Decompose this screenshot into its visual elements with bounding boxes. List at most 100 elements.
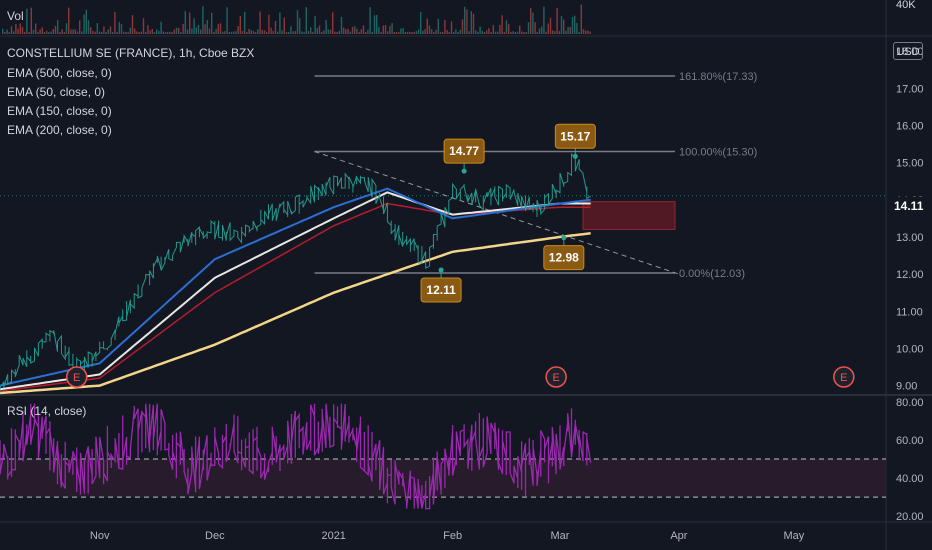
volume-bar (246, 32, 248, 34)
volume-bar (457, 32, 459, 34)
volume-bar (321, 32, 323, 34)
volume-bar (98, 31, 101, 34)
volume-bar (545, 31, 547, 34)
earnings-marker-label: E (73, 372, 80, 384)
volume-bar (503, 31, 505, 34)
volume-bar (477, 31, 479, 34)
volume-bar (39, 29, 41, 34)
volume-bar (497, 31, 499, 34)
rsi-tick-label: 20.00 (896, 511, 924, 523)
price-tick-label: 9.00 (896, 381, 917, 393)
price-tick-label: 15.00 (896, 158, 924, 170)
currency-button[interactable]: USD (893, 42, 923, 60)
time-tick-label: Mar (551, 530, 570, 542)
volume-bar (488, 28, 490, 34)
volume-bar (65, 23, 68, 34)
volume-bar (149, 30, 151, 34)
volume-bar (107, 29, 109, 34)
volume-bar (206, 20, 208, 34)
volume-bar (345, 29, 347, 34)
volume-bar (395, 31, 398, 34)
volume-bar (340, 16, 343, 34)
volume-bar (52, 29, 54, 34)
indicator-ema-150[interactable]: EMA (150, close, 0) (7, 104, 112, 118)
volume-bar (587, 30, 589, 34)
volume-bar (160, 21, 162, 34)
volume-bar (358, 32, 360, 34)
volume-bar (409, 31, 411, 34)
volume-bar (257, 29, 259, 34)
volume-bar (428, 25, 431, 34)
callout-label: 14.77 (449, 144, 479, 158)
volume-bar (268, 14, 270, 34)
volume-bar (263, 30, 266, 34)
volume-bar (94, 31, 96, 34)
volume-bar (24, 31, 26, 34)
volume-bar (281, 30, 283, 34)
fib-level-label: 161.80%(17.33) (679, 71, 757, 83)
volume-bar (558, 31, 560, 34)
volume-bar (461, 19, 464, 34)
volume-bar (120, 23, 123, 34)
fib-level-label: 0.00%(12.03) (679, 268, 745, 280)
indicator-ema-200[interactable]: EMA (200, close, 0) (7, 123, 112, 137)
volume-bar (59, 31, 61, 34)
indicator-ema-500[interactable]: EMA (500, close, 0) (7, 66, 112, 80)
volume-bar (332, 12, 334, 34)
volume-bar (200, 29, 202, 34)
volume-bar (536, 31, 538, 34)
volume-bar (424, 29, 426, 34)
volume-bar (109, 26, 112, 34)
volume-bar (505, 20, 508, 34)
volume-bar (116, 32, 118, 34)
volume-bar (244, 12, 246, 34)
volume-bar (391, 23, 393, 34)
time-tick-label: May (784, 530, 805, 542)
volume-bar (138, 32, 140, 34)
volume-bar (305, 7, 307, 34)
volume-bar (367, 29, 369, 34)
volume-bar (193, 18, 195, 34)
rsi-label: RSI (14, close) (7, 404, 87, 418)
volume-bar (2, 28, 4, 34)
volume-bar (105, 32, 107, 34)
volume-bar (6, 29, 8, 34)
volume-bar (574, 15, 576, 34)
fib-level-label: 100.00%(15.30) (679, 147, 757, 159)
volume-bar (510, 32, 512, 34)
volume-bar (43, 31, 46, 34)
volume-bar (57, 19, 59, 34)
volume-bar (250, 30, 252, 34)
volume-bar (338, 30, 340, 34)
volume-bar (169, 31, 171, 34)
volume-bar (28, 32, 30, 34)
volume-bar (468, 31, 470, 34)
volume-bar (479, 26, 481, 34)
volume-bar (400, 28, 402, 34)
volume-bar (101, 32, 103, 34)
rsi-tick-label: 40.00 (896, 473, 924, 485)
volume-bar (307, 31, 310, 34)
volume-bar (325, 20, 327, 34)
volume-bar (213, 32, 215, 34)
volume-bar (455, 29, 457, 34)
time-tick-label: Nov (90, 530, 110, 542)
volume-bar (226, 7, 228, 35)
volume-bar (219, 23, 222, 34)
volume-bar (580, 4, 582, 34)
volume-bar (349, 31, 351, 34)
volume-bar (378, 26, 380, 34)
indicator-ema-50[interactable]: EMA (50, close, 0) (7, 85, 105, 99)
volume-bar (310, 27, 312, 34)
volume-bar (54, 25, 57, 34)
volume-bar (534, 22, 536, 34)
volume-bar (365, 32, 367, 34)
volume-bar (578, 32, 580, 34)
volume-bar (76, 31, 79, 34)
volume-bar (501, 15, 503, 35)
volume-bar (360, 29, 362, 34)
volume-bar (431, 29, 433, 34)
volume-bar (582, 29, 585, 34)
volume-bar (384, 25, 387, 34)
volume-bar (61, 29, 63, 34)
